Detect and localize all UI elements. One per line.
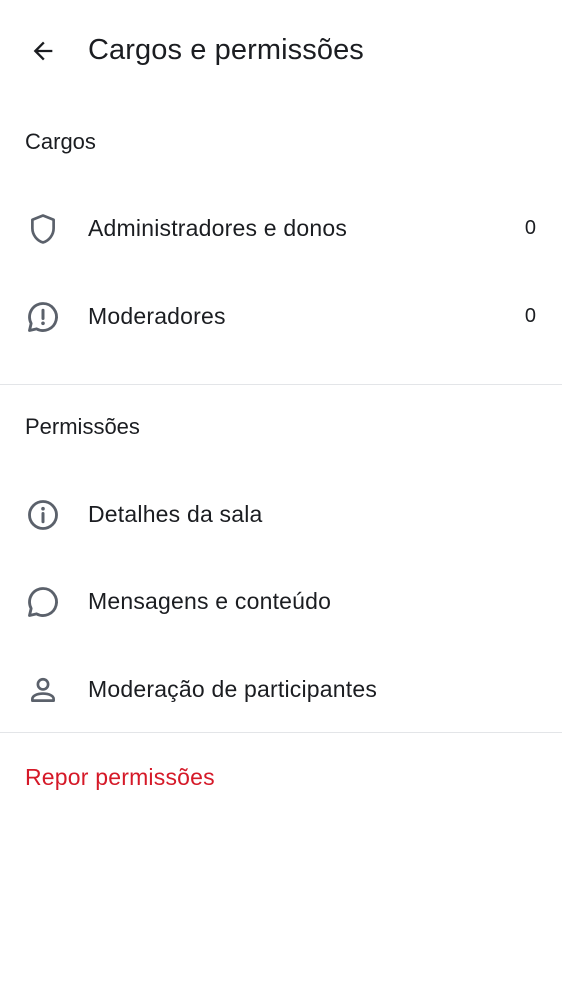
speech-bubble-exclamation-icon xyxy=(24,298,62,336)
top-app-bar: Cargos e permissões xyxy=(0,0,562,100)
row-admins-owners[interactable]: Administradores e donos 0 xyxy=(0,192,562,264)
row-room-details[interactable]: Detalhes da sala xyxy=(0,478,562,550)
row-label: Mensagens e conteúdo xyxy=(88,588,332,614)
row-messages-content[interactable]: Mensagens e conteúdo xyxy=(0,565,562,637)
row-label: Moderadores xyxy=(88,303,226,329)
divider xyxy=(0,732,562,733)
section-title-permissions: Permissões xyxy=(25,414,140,439)
chat-bubble-icon xyxy=(24,583,62,621)
arrow-left-icon xyxy=(29,37,57,65)
row-moderators[interactable]: Moderadores 0 xyxy=(0,280,562,352)
row-count: 0 xyxy=(524,217,536,239)
person-icon xyxy=(24,671,62,709)
reset-permissions-button[interactable]: Repor permissões xyxy=(25,762,215,792)
row-label: Moderação de participantes xyxy=(88,676,378,702)
row-count: 0 xyxy=(524,305,536,327)
page-title: Cargos e permissões xyxy=(88,34,364,66)
shield-icon xyxy=(24,210,62,248)
divider xyxy=(0,384,562,385)
back-button[interactable] xyxy=(18,26,68,76)
row-label: Detalhes da sala xyxy=(88,501,263,527)
info-circle-icon xyxy=(24,496,62,534)
row-member-moderation[interactable]: Moderação de participantes xyxy=(0,653,562,725)
section-title-roles: Cargos xyxy=(25,129,96,154)
row-label: Administradores e donos xyxy=(88,215,348,241)
